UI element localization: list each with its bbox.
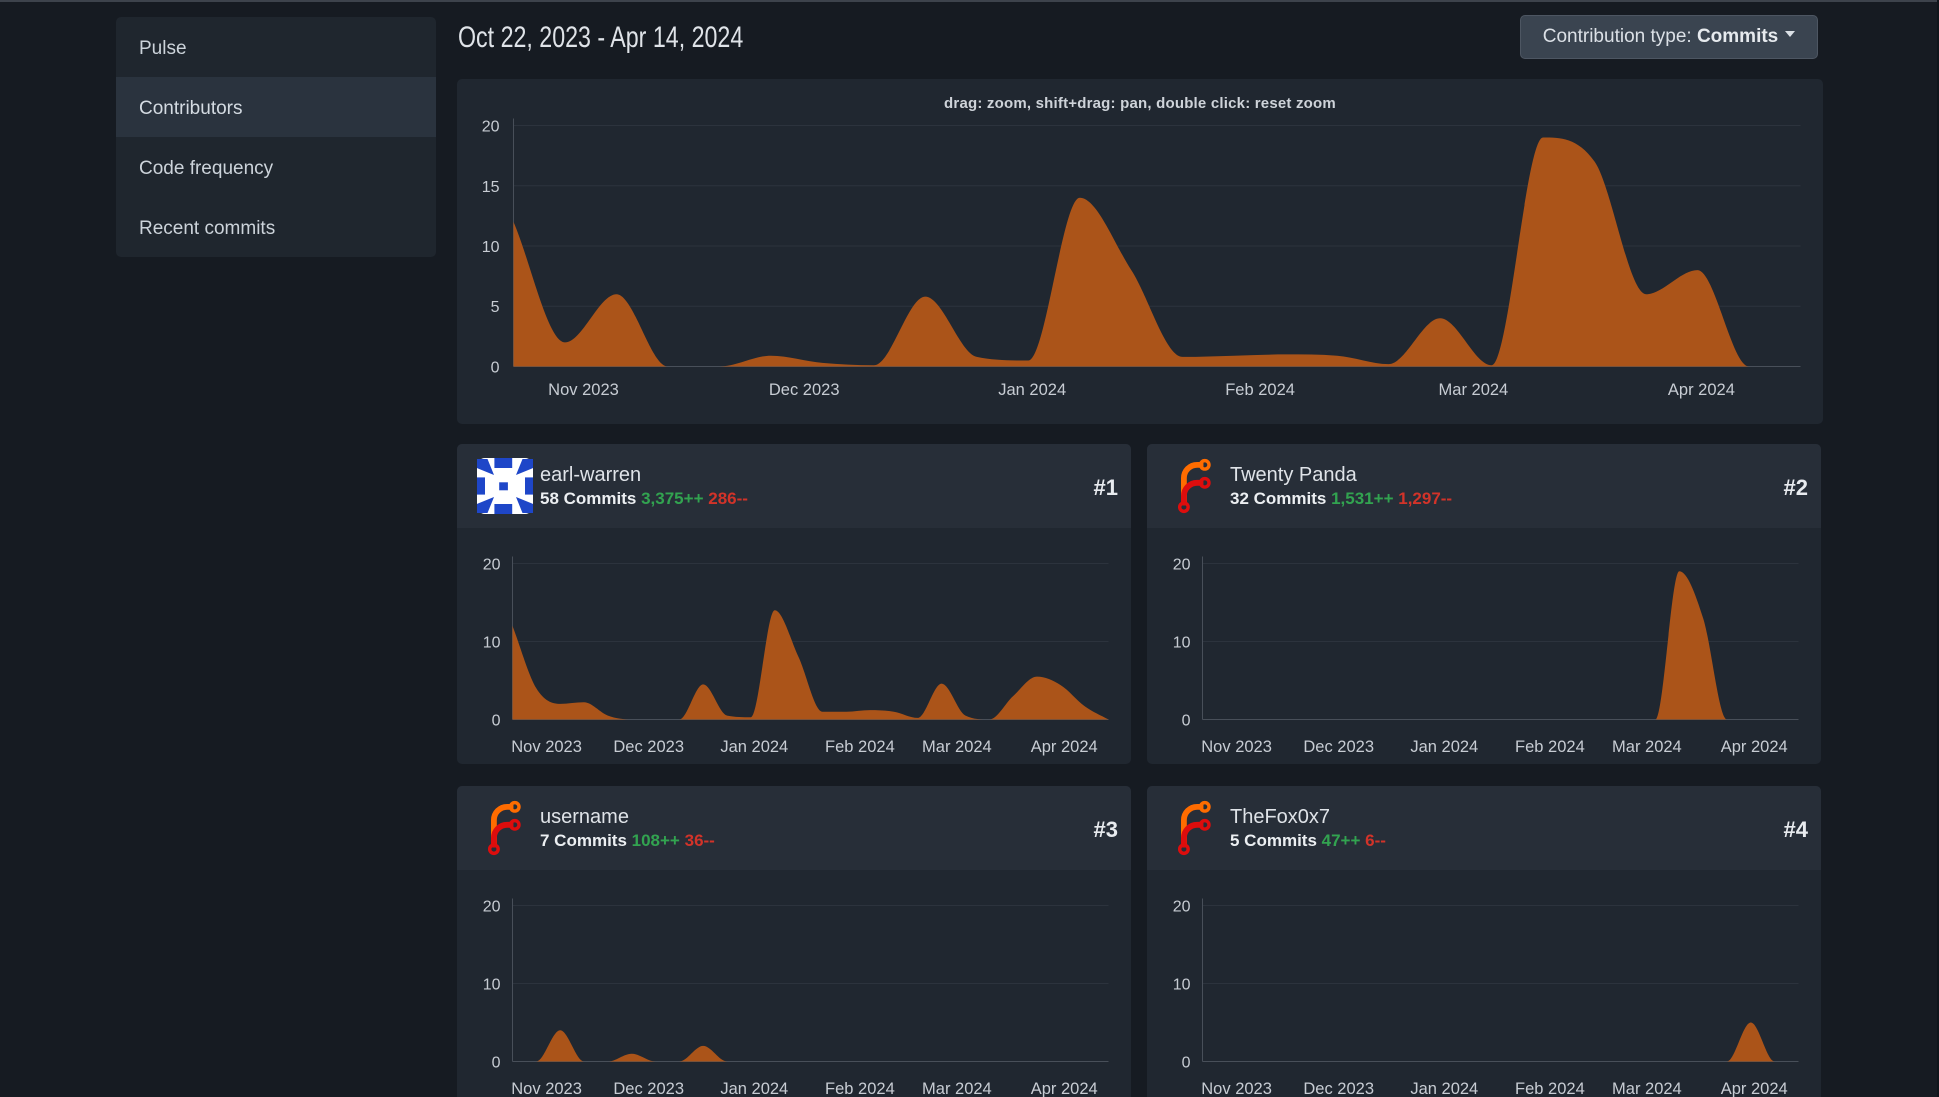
svg-text:Nov 2023: Nov 2023 — [548, 381, 619, 399]
svg-text:0: 0 — [491, 360, 500, 377]
svg-text:Apr 2024: Apr 2024 — [1721, 1080, 1788, 1097]
svg-text:Feb 2024: Feb 2024 — [1225, 381, 1295, 399]
svg-text:Dec 2023: Dec 2023 — [1303, 1080, 1374, 1097]
svg-text:0: 0 — [1182, 713, 1191, 730]
svg-text:0: 0 — [492, 713, 501, 730]
svg-text:Jan 2024: Jan 2024 — [998, 381, 1066, 399]
svg-text:20: 20 — [483, 899, 501, 916]
svg-text:Nov 2023: Nov 2023 — [1201, 1080, 1272, 1097]
svg-text:Feb 2024: Feb 2024 — [825, 738, 895, 756]
svg-text:15: 15 — [482, 179, 500, 196]
svg-text:Nov 2023: Nov 2023 — [511, 1080, 582, 1097]
svg-text:Mar 2024: Mar 2024 — [1612, 738, 1682, 756]
svg-text:Mar 2024: Mar 2024 — [1612, 1080, 1682, 1097]
svg-text:Dec 2023: Dec 2023 — [1303, 738, 1374, 756]
svg-text:10: 10 — [483, 977, 501, 994]
svg-text:Dec 2023: Dec 2023 — [613, 738, 684, 756]
svg-text:Apr 2024: Apr 2024 — [1668, 381, 1735, 399]
svg-text:Mar 2024: Mar 2024 — [922, 738, 992, 756]
svg-text:Apr 2024: Apr 2024 — [1031, 1080, 1098, 1097]
svg-text:Jan 2024: Jan 2024 — [1410, 1080, 1478, 1097]
svg-text:Jan 2024: Jan 2024 — [720, 738, 788, 756]
svg-text:20: 20 — [482, 119, 500, 136]
svg-text:Dec 2023: Dec 2023 — [769, 381, 840, 399]
svg-text:Feb 2024: Feb 2024 — [825, 1080, 895, 1097]
svg-text:20: 20 — [1173, 557, 1191, 574]
svg-text:10: 10 — [483, 635, 501, 652]
svg-text:10: 10 — [1173, 635, 1191, 652]
svg-text:Jan 2024: Jan 2024 — [1410, 738, 1478, 756]
svg-text:10: 10 — [482, 239, 500, 256]
svg-text:Mar 2024: Mar 2024 — [922, 1080, 992, 1097]
svg-text:20: 20 — [483, 557, 501, 574]
svg-text:10: 10 — [1173, 977, 1191, 994]
svg-text:Jan 2024: Jan 2024 — [720, 1080, 788, 1097]
svg-text:Dec 2023: Dec 2023 — [613, 1080, 684, 1097]
svg-text:20: 20 — [1173, 899, 1191, 916]
svg-text:0: 0 — [1182, 1055, 1191, 1072]
svg-text:Apr 2024: Apr 2024 — [1031, 738, 1098, 756]
svg-text:Feb 2024: Feb 2024 — [1515, 738, 1585, 756]
svg-text:5: 5 — [491, 299, 500, 316]
svg-text:Nov 2023: Nov 2023 — [511, 738, 582, 756]
svg-text:0: 0 — [492, 1055, 501, 1072]
svg-text:Nov 2023: Nov 2023 — [1201, 738, 1272, 756]
svg-text:Feb 2024: Feb 2024 — [1515, 1080, 1585, 1097]
svg-text:Apr 2024: Apr 2024 — [1721, 738, 1788, 756]
svg-text:Mar 2024: Mar 2024 — [1439, 381, 1509, 399]
